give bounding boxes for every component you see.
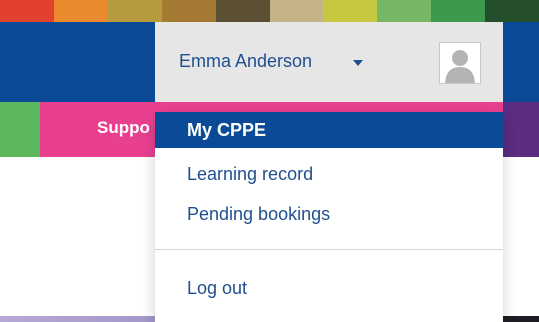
- menu-divider: [155, 249, 503, 250]
- menu-item-my-cppe[interactable]: My CPPE: [155, 112, 503, 148]
- stripe-segment: [323, 0, 378, 22]
- avatar[interactable]: [439, 42, 481, 84]
- brand-color-stripe: [0, 0, 539, 22]
- menu-item-pending-bookings[interactable]: Pending bookings: [155, 196, 503, 232]
- nav-segment-green: [0, 102, 40, 157]
- nav-segment-purple: [503, 102, 539, 157]
- user-menu-toggle[interactable]: Emma Anderson: [155, 22, 503, 102]
- stripe-segment: [377, 0, 432, 22]
- user-name[interactable]: Emma Anderson: [179, 51, 312, 72]
- menu-item-log-out[interactable]: Log out: [155, 270, 503, 306]
- stripe-segment: [431, 0, 486, 22]
- stripe-segment: [107, 0, 162, 22]
- stripe-segment: [215, 0, 270, 22]
- stripe-segment: [53, 0, 108, 22]
- menu-item-learning-record[interactable]: Learning record: [155, 156, 503, 192]
- nav-item-support-label[interactable]: Suppo: [97, 118, 150, 138]
- stripe-segment: [269, 0, 324, 22]
- person-placeholder-icon: [440, 43, 480, 83]
- stripe-segment: [0, 0, 54, 22]
- caret-down-icon[interactable]: [353, 60, 363, 66]
- user-dropdown-menu: My CPPE Learning record Pending bookings…: [155, 112, 503, 322]
- stripe-segment: [161, 0, 216, 22]
- stripe-segment: [485, 0, 539, 22]
